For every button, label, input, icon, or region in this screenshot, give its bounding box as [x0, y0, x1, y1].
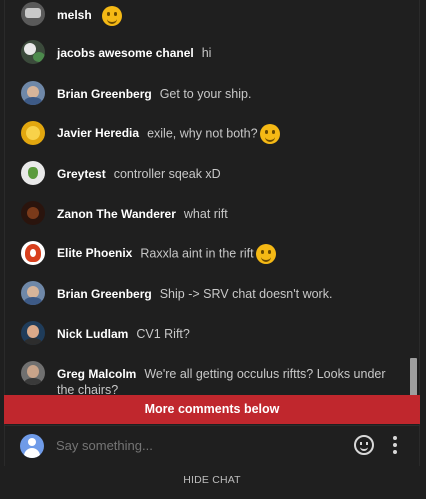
- avatar[interactable]: [21, 361, 45, 385]
- message-content: Brian Greenberg Ship -> SRV chat doesn't …: [57, 286, 395, 302]
- message-text: exile, why not both?: [147, 126, 258, 141]
- chat-composer: [4, 425, 420, 465]
- avatar[interactable]: [21, 40, 45, 64]
- avatar[interactable]: [21, 201, 45, 225]
- slightly-smiling-emoji-icon: [101, 6, 122, 26]
- emoji-picker-icon[interactable]: [354, 435, 374, 455]
- message-author[interactable]: Nick Ludlam: [57, 327, 128, 341]
- more-options-icon[interactable]: [392, 436, 398, 456]
- chat-message: Zanon The Wanderer what rift: [5, 200, 409, 228]
- avatar[interactable]: [21, 161, 45, 185]
- message-content: Elite Phoenix Raxxla aint in the rift: [57, 244, 395, 264]
- message-author[interactable]: Zanon The Wanderer: [57, 207, 176, 221]
- live-chat-panel: melsh jacobs awesome chanel hi Brian Gree…: [0, 0, 426, 499]
- avatar[interactable]: [21, 321, 45, 345]
- chat-message: Elite Phoenix Raxxla aint in the rift: [5, 240, 409, 268]
- message-content: Brian Greenberg Get to your ship.: [57, 86, 395, 102]
- more-comments-banner[interactable]: More comments below: [4, 395, 420, 424]
- message-text: controller sqeak xD: [113, 167, 221, 181]
- hide-chat-button[interactable]: HIDE CHAT: [4, 466, 420, 494]
- message-text: Raxxla aint in the rift: [140, 246, 254, 261]
- message-content: Greytest controller sqeak xD: [57, 166, 395, 182]
- message-text: Get to your ship.: [159, 87, 252, 101]
- avatar[interactable]: [21, 281, 45, 305]
- winking-emoji-icon: [255, 244, 276, 264]
- avatar[interactable]: [21, 81, 45, 105]
- chat-message: Greytest controller sqeak xD: [5, 160, 409, 188]
- chat-message: Brian Greenberg Get to your ship.: [5, 80, 409, 108]
- message-author[interactable]: melsh: [57, 8, 92, 22]
- chat-input[interactable]: [56, 438, 336, 453]
- chat-message: Javier Heredia exile, why not both?: [5, 120, 409, 148]
- message-author[interactable]: Elite Phoenix: [57, 246, 132, 260]
- message-text: what rift: [183, 207, 228, 221]
- message-author[interactable]: Brian Greenberg: [57, 87, 152, 101]
- avatar[interactable]: [21, 2, 45, 26]
- message-content: jacobs awesome chanel hi: [57, 45, 395, 61]
- chat-message-list[interactable]: melsh jacobs awesome chanel hi Brian Gree…: [5, 0, 409, 425]
- message-content: Nick Ludlam CV1 Rift?: [57, 326, 395, 342]
- chat-message: Nick Ludlam CV1 Rift?: [5, 320, 409, 348]
- message-content: melsh: [57, 6, 395, 26]
- message-author[interactable]: jacobs awesome chanel: [57, 46, 194, 60]
- message-text: Ship -> SRV chat doesn't work.: [159, 287, 333, 301]
- chat-message: jacobs awesome chanel hi: [5, 40, 409, 68]
- avatar[interactable]: [21, 241, 45, 265]
- message-author[interactable]: Javier Heredia: [57, 126, 139, 140]
- user-avatar-icon: [20, 434, 44, 458]
- slightly-smiling-emoji-icon: [259, 124, 280, 144]
- message-content: Zanon The Wanderer what rift: [57, 206, 395, 222]
- message-text: CV1 Rift?: [136, 327, 190, 341]
- message-content: Greg Malcolm We're all getting occulus ri…: [57, 366, 393, 398]
- chat-message: melsh: [5, 0, 409, 28]
- message-text: hi: [201, 46, 212, 60]
- chat-message: Greg Malcolm We're all getting occulus ri…: [5, 360, 409, 400]
- message-author[interactable]: Brian Greenberg: [57, 287, 152, 301]
- avatar[interactable]: [21, 121, 45, 145]
- message-author[interactable]: Greytest: [57, 167, 106, 181]
- message-content: Javier Heredia exile, why not both?: [57, 124, 395, 144]
- chat-message: Brian Greenberg Ship -> SRV chat doesn't …: [5, 280, 409, 308]
- message-author[interactable]: Greg Malcolm: [57, 367, 136, 381]
